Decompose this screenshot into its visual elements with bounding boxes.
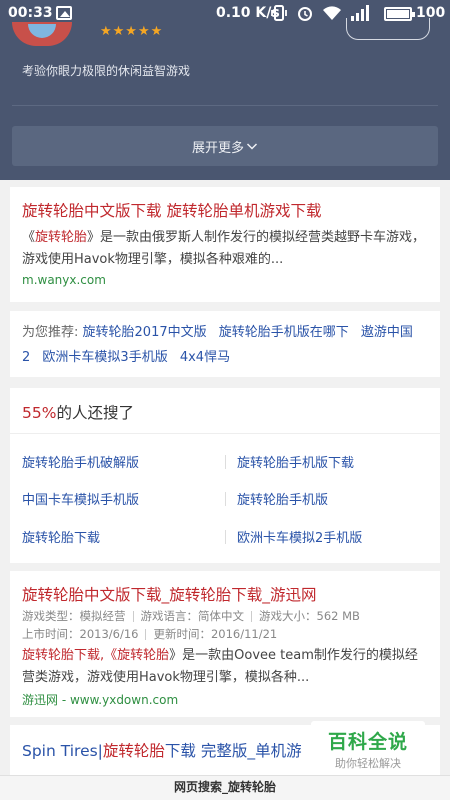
expand-more-label: 展开更多	[191, 140, 244, 156]
result-snippet: 旋转轮胎下载,《旋转轮胎》是一款由Oovee team制作发行的模拟经营类游戏，…	[22, 645, 428, 689]
result-title-link[interactable]: 旋转轮胎中文版下载 旋转轮胎单机游戏下载	[22, 199, 428, 223]
recommend-link[interactable]: 欧洲卡车模拟3手机版	[42, 350, 167, 365]
title-highlight: 旋转轮胎	[22, 202, 85, 220]
watermark-subtitle: 助你轻松解决	[335, 757, 401, 770]
also-searched-title: 的人还搜了	[56, 404, 134, 422]
search-result-2: 旋转轮胎中文版下载_旋转轮胎下载_游迅网 游戏类型：模拟经营 游戏语言：简体中文游…	[10, 571, 440, 717]
also-searched-percent: 55%	[22, 404, 57, 422]
bottom-page-title[interactable]: 网页搜索_旋转轮胎	[0, 775, 450, 800]
recommend-link[interactable]: 旋转轮胎2017中文版	[83, 325, 207, 340]
meta-item: 游戏类型：模拟经营	[22, 609, 126, 623]
chevron-down-icon	[246, 143, 258, 150]
snippet-highlight: 旋转轮胎	[117, 648, 170, 663]
related-search-link[interactable]: 中国卡车模拟手机版	[22, 489, 139, 508]
wifi-icon	[323, 6, 341, 21]
title-text: 下载 完整版_单机游	[164, 742, 302, 760]
app-description: 考验你眼力极限的休闲益智游戏	[22, 64, 191, 78]
snippet-highlight: 旋转轮胎下载,《	[22, 648, 118, 663]
install-button[interactable]	[346, 18, 430, 40]
related-search-link[interactable]: 欧洲卡车模拟2手机版	[237, 527, 362, 546]
meta-item: 游戏大小：562 MB	[259, 609, 360, 623]
title-text: Spin Tires|	[22, 742, 103, 760]
result-snippet: 《旋转轮胎》是一款由俄罗斯人制作发行的模拟经营类越野卡车游戏，游戏使用Havok…	[22, 227, 428, 271]
related-search-link[interactable]: 旋转轮胎手机破解版	[22, 452, 139, 471]
grid-divider	[225, 455, 226, 469]
recommend-label: 为您推荐:	[22, 325, 79, 340]
also-searched-section: 55%的人还搜了 旋转轮胎手机破解版 旋转轮胎手机版下载 中国卡车模拟手机版 旋…	[10, 388, 440, 563]
watermark-title: 百科全说	[327, 731, 408, 753]
grid-divider	[225, 492, 226, 506]
meta-item: 更新时间：2016/11/21	[153, 627, 278, 641]
recommend-section: 为您推荐: 旋转轮胎2017中文版 旋转轮胎手机版在哪下 遨游中国2 欧洲卡车模…	[10, 311, 440, 377]
recommend-link[interactable]: 旋转轮胎手机版在哪下	[219, 325, 349, 340]
expand-more-button[interactable]: 展开更多	[12, 126, 438, 166]
app-icon[interactable]	[12, 22, 72, 46]
app-info-block: ★★★★★ 考验你眼力极限的休闲益智游戏 展开更多	[0, 18, 450, 180]
meta-item: 游戏语言：简体中文	[140, 609, 245, 623]
result-meta: 上市时间：2013/6/16 更新时间：2016/11/21	[22, 625, 428, 643]
alarm-icon	[298, 7, 312, 21]
title-text: 单机游戏下载	[228, 202, 322, 220]
related-search-link[interactable]: 旋转轮胎下载	[22, 527, 100, 546]
status-time: 00:33	[8, 5, 53, 21]
divider	[12, 105, 438, 106]
title-highlight: 旋转轮胎	[102, 742, 165, 760]
related-search-link[interactable]: 旋转轮胎手机版下载	[237, 452, 354, 471]
title-highlight: 旋转轮胎	[166, 202, 229, 220]
also-searched-heading: 55%的人还搜了	[10, 388, 440, 434]
rating-stars: ★★★★★	[100, 24, 164, 39]
meta-item: 上市时间：2013/6/16	[22, 627, 139, 641]
recommend-link[interactable]: 4x4悍马	[180, 350, 230, 365]
snippet-highlight: 旋转轮胎	[35, 230, 88, 245]
result-meta: 游戏类型：模拟经营 游戏语言：简体中文 游戏大小：562 MB	[22, 607, 428, 625]
related-search-link[interactable]: 旋转轮胎手机版	[237, 489, 328, 508]
image-notification-icon	[56, 6, 72, 20]
result-url[interactable]: m.wanyx.com	[22, 273, 428, 287]
search-result-1: 旋转轮胎中文版下载 旋转轮胎单机游戏下载 《旋转轮胎》是一款由俄罗斯人制作发行的…	[10, 187, 440, 302]
watermark-logo: 百科全说 助你轻松解决	[311, 721, 425, 773]
result-url[interactable]: 游迅网 - www.yxdown.com	[22, 691, 428, 708]
result-title-link[interactable]: 旋转轮胎中文版下载_旋转轮胎下载_游迅网	[22, 583, 428, 607]
grid-divider	[225, 530, 226, 544]
snippet-text: 《	[22, 230, 36, 245]
title-text: 中文版下载	[84, 202, 167, 220]
vibrate-icon	[271, 5, 287, 21]
